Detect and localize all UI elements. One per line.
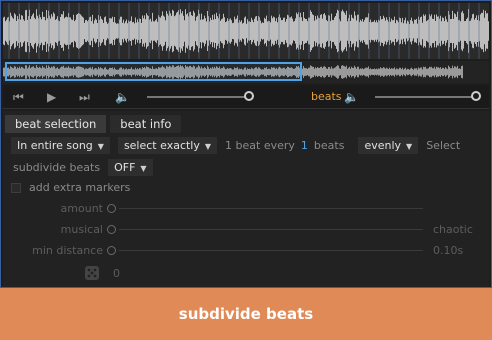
extra-markers-row: add extra markers (11, 181, 130, 194)
min-distance-value: 0.10s (433, 244, 464, 257)
selection-row: In entire song ▼ select exactly ▼ 1 beat e… (11, 137, 460, 154)
beat-selection-panel: beat selection beat info In entire song ▼… (3, 111, 489, 287)
scope-value: In entire song (17, 139, 93, 152)
amount-slider-track[interactable] (119, 208, 423, 209)
tab-beat-selection[interactable]: beat selection (5, 115, 107, 133)
amount-slider-knob[interactable] (107, 204, 116, 213)
chevron-down-icon: ▼ (97, 142, 104, 151)
scope-dropdown[interactable]: In entire song ▼ (11, 137, 110, 154)
beat-editor-app: ⏮ ▶ ⏭ 🔈 beats 🔈 beat selection beat info… (0, 0, 492, 288)
min-distance-slider-knob[interactable] (107, 246, 116, 255)
extra-markers-checkbox[interactable] (11, 182, 21, 193)
dice-icon[interactable] (83, 264, 101, 282)
chevron-down-icon: ▼ (140, 164, 147, 173)
speaker-icon[interactable]: 🔈 (115, 90, 130, 104)
musical-label: musical (60, 223, 103, 236)
chevron-down-icon: ▼ (406, 142, 413, 151)
caption-banner: subdivide beats (0, 288, 492, 340)
musical-slider-knob[interactable] (107, 225, 116, 234)
skip-back-icon[interactable]: ⏮ (13, 90, 24, 104)
volume-slider-knob[interactable] (244, 91, 254, 101)
subdivide-value: OFF (114, 161, 136, 174)
subdivide-dropdown[interactable]: OFF ▼ (108, 159, 153, 176)
mode-dropdown[interactable]: select exactly ▼ (117, 137, 218, 154)
subdivide-label: subdivide beats (13, 161, 101, 174)
subdivide-row: subdivide beats OFF ▼ (13, 159, 161, 176)
beats-unit-text: beats (313, 139, 345, 152)
tab-beat-info[interactable]: beat info (110, 115, 182, 133)
beats-volume-slider-knob[interactable] (471, 91, 481, 101)
volume-slider-track[interactable] (147, 96, 251, 98)
musical-slider-track[interactable] (119, 229, 423, 230)
musical-value: chaotic (433, 223, 473, 236)
min-distance-slider-track[interactable] (119, 250, 423, 251)
beat-every-text: 1 beat every (225, 139, 295, 152)
skip-forward-icon[interactable]: ⏭ (79, 90, 90, 104)
distribution-value: evenly (364, 139, 402, 152)
seed-value: 0 (113, 267, 120, 280)
chevron-down-icon: ▼ (204, 142, 212, 151)
beat-count-value[interactable]: 1 (301, 139, 308, 152)
min-distance-label: min distance (32, 244, 103, 257)
beats-volume-slider-track[interactable] (375, 96, 479, 98)
beats-speaker-icon[interactable]: 🔈 (344, 90, 359, 104)
amount-label: amount (60, 202, 103, 215)
transport-bar: ⏮ ▶ ⏭ 🔈 beats 🔈 (3, 85, 489, 109)
mode-value: select exactly (123, 139, 200, 152)
main-waveform[interactable] (3, 3, 489, 59)
distribution-dropdown[interactable]: evenly ▼ (358, 137, 419, 154)
select-button[interactable]: Select (426, 139, 460, 152)
panel-tabs: beat selection beat info (5, 115, 185, 133)
selection-region[interactable] (5, 62, 302, 81)
extra-markers-label: add extra markers (29, 181, 131, 194)
beats-label: beats (311, 90, 342, 103)
play-icon[interactable]: ▶ (47, 90, 56, 104)
banner-text: subdivide beats (178, 305, 314, 323)
